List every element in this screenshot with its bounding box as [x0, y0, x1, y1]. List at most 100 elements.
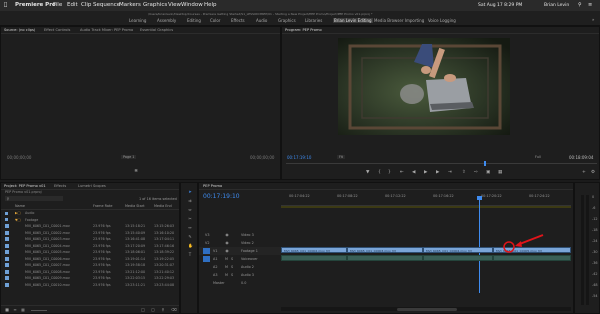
pen-tool-icon[interactable]: ✎	[188, 235, 192, 239]
trash-icon[interactable]: ⌫	[171, 308, 177, 312]
tab-project[interactable]: Project: PEP Promo v01	[4, 184, 46, 188]
mute-button[interactable]: M	[225, 257, 228, 261]
workspace-editing[interactable]: Editing	[187, 18, 201, 23]
extract-icon[interactable]: ⇨	[474, 170, 478, 175]
workspaces-overflow-icon[interactable]: »	[592, 17, 594, 22]
export-frame-icon[interactable]: ▣	[486, 170, 490, 175]
workspace-color[interactable]: Color	[210, 18, 220, 23]
workspace-brian-levin-editing[interactable]: Brian Levin Editing	[333, 18, 373, 23]
track-id[interactable]: V1	[213, 249, 217, 253]
track-id[interactable]: A1	[213, 257, 217, 261]
master-volume[interactable]: 0.0	[241, 281, 246, 285]
project-search-input[interactable]: ⚲	[5, 196, 63, 201]
step-forward-icon[interactable]: ▶	[436, 170, 439, 175]
eye-icon[interactable]: ◉	[225, 241, 229, 245]
source-patch-v1[interactable]	[203, 248, 210, 254]
column-name[interactable]: Name	[15, 204, 25, 208]
hand-tool-icon[interactable]: ✋	[188, 244, 193, 248]
audio-clip[interactable]	[493, 255, 571, 261]
status-user[interactable]: Brian Levin	[544, 3, 569, 8]
tab-audio-track-mixer[interactable]: Audio Track Mixer: PEP Promo	[80, 28, 133, 32]
go-to-out-icon[interactable]: ⇥	[448, 170, 452, 175]
program-playhead-timecode[interactable]: 00:17:19:10	[287, 155, 311, 160]
source-patch-a1[interactable]	[203, 256, 210, 262]
workspace-graphics[interactable]: Graphics	[278, 18, 296, 23]
list-view-icon[interactable]: ≡	[13, 308, 17, 312]
menu-markers[interactable]: Markers	[119, 2, 141, 8]
menu-window[interactable]: Window	[181, 2, 203, 8]
program-scrubber[interactable]	[286, 163, 597, 164]
timeline-horizontal-scrollbar[interactable]	[281, 307, 571, 311]
add-marker-icon[interactable]: ▼	[366, 170, 369, 175]
search-icon[interactable]: ⚲	[578, 2, 582, 8]
mark-out-icon[interactable]: }	[388, 170, 391, 175]
track-id[interactable]: A3	[213, 273, 217, 277]
menu-graphics[interactable]: Graphics	[143, 2, 167, 8]
menu-edit[interactable]: Edit	[67, 2, 78, 8]
column-media-start[interactable]: Media Start	[125, 204, 145, 208]
type-tool-icon[interactable]: T	[188, 253, 192, 257]
menu-sequence[interactable]: Sequence	[93, 2, 120, 8]
menu-help[interactable]: Help	[204, 2, 217, 8]
lift-icon[interactable]: ⇧	[462, 170, 466, 175]
tab-essential-graphics[interactable]: Essential Graphics	[140, 28, 173, 32]
column-media-end[interactable]: Media End	[154, 204, 172, 208]
menu-list-icon[interactable]: ≡	[588, 2, 592, 8]
workspace-audio[interactable]: Audio	[256, 18, 267, 23]
tab-program[interactable]: Program: PEP Promo	[285, 28, 322, 32]
tab-effect-controls[interactable]: Effect Controls	[44, 28, 70, 32]
track-select-tool-icon[interactable]: ⇉	[188, 199, 192, 203]
mute-button[interactable]: M	[225, 265, 228, 269]
ripple-edit-tool-icon[interactable]: ⇔	[188, 208, 192, 212]
add-button-icon[interactable]: +	[582, 170, 586, 175]
solo-button[interactable]: S	[231, 257, 233, 261]
mark-in-icon[interactable]: {	[378, 170, 381, 175]
workspace-libraries[interactable]: Libraries	[305, 18, 322, 23]
timeline-timecode[interactable]: 00:17:19:10	[203, 193, 240, 200]
icon-view-icon[interactable]: ▦	[21, 308, 25, 312]
program-playhead[interactable]	[484, 161, 486, 166]
program-quality-select[interactable]: Full	[535, 155, 541, 159]
comparison-view-icon[interactable]: ▦	[498, 170, 502, 175]
audio-clip[interactable]	[347, 255, 423, 261]
audio-clip[interactable]	[423, 255, 493, 261]
step-back-icon[interactable]: ◀	[412, 170, 415, 175]
workspace-assembly[interactable]: Assembly	[157, 18, 176, 23]
program-video-frame[interactable]	[338, 38, 510, 135]
workspace-learning[interactable]: Learning	[129, 18, 146, 23]
go-to-in-icon[interactable]: ⇤	[400, 170, 404, 175]
track-id[interactable]: V3	[205, 233, 209, 237]
tab-sequence[interactable]: PEP Promo	[203, 184, 222, 188]
selection-tool-icon[interactable]: ➤	[188, 190, 192, 194]
solo-button[interactable]: S	[231, 265, 233, 269]
workspace-voice-logging[interactable]: Voice Logging	[428, 18, 456, 23]
menu-file[interactable]: File	[53, 2, 62, 8]
menu-clip[interactable]: Clip	[81, 2, 91, 8]
apple-icon[interactable]: 	[4, 2, 7, 8]
tab-effects[interactable]: Effects	[54, 184, 66, 188]
workspace-media-browser-importing[interactable]: Media Browser Importing	[374, 18, 424, 23]
source-fit-select[interactable]: Page 1	[121, 155, 137, 159]
video-clip[interactable]: MVI_6065_C01_C0003.mov [V]	[347, 247, 423, 253]
menu-view[interactable]: View	[168, 2, 181, 8]
play-icon[interactable]: ▶	[424, 170, 427, 175]
video-clip[interactable]: MVI_6065_C01_C0004.mov [V]	[423, 247, 493, 253]
settings-wrench-icon[interactable]: ⚙	[591, 170, 595, 175]
tab-source[interactable]: Source: (no clips)	[4, 28, 35, 32]
eye-icon[interactable]: ◉	[225, 233, 229, 237]
scrollbar-thumb[interactable]	[397, 307, 457, 311]
new-bin-icon[interactable]: □	[141, 308, 145, 312]
video-clip[interactable]: MVI_6065_C01_C0002.mov [V]	[281, 247, 347, 253]
zoom-slider[interactable]	[31, 310, 47, 311]
playhead-handle[interactable]	[477, 196, 482, 200]
timeline-ruler[interactable]: 00:17:04:22 00:17:08:22 00:17:12:22 00:1…	[281, 191, 571, 206]
source-timecode-in[interactable]: 00;00;00;00	[7, 155, 31, 160]
playhead-line[interactable]	[479, 197, 480, 293]
work-area-bar[interactable]	[281, 206, 571, 208]
table-row[interactable]: MVI_6065_C01_C0010.mov 23.976 fps 13:23:…	[1, 282, 175, 289]
slip-tool-icon[interactable]: ↔	[188, 226, 192, 230]
column-frame-rate[interactable]: Frame Rate	[93, 204, 112, 208]
razor-tool-icon[interactable]: ✂	[188, 217, 192, 221]
track-id[interactable]: V2	[205, 241, 209, 245]
eye-icon[interactable]: ◉	[225, 249, 229, 253]
